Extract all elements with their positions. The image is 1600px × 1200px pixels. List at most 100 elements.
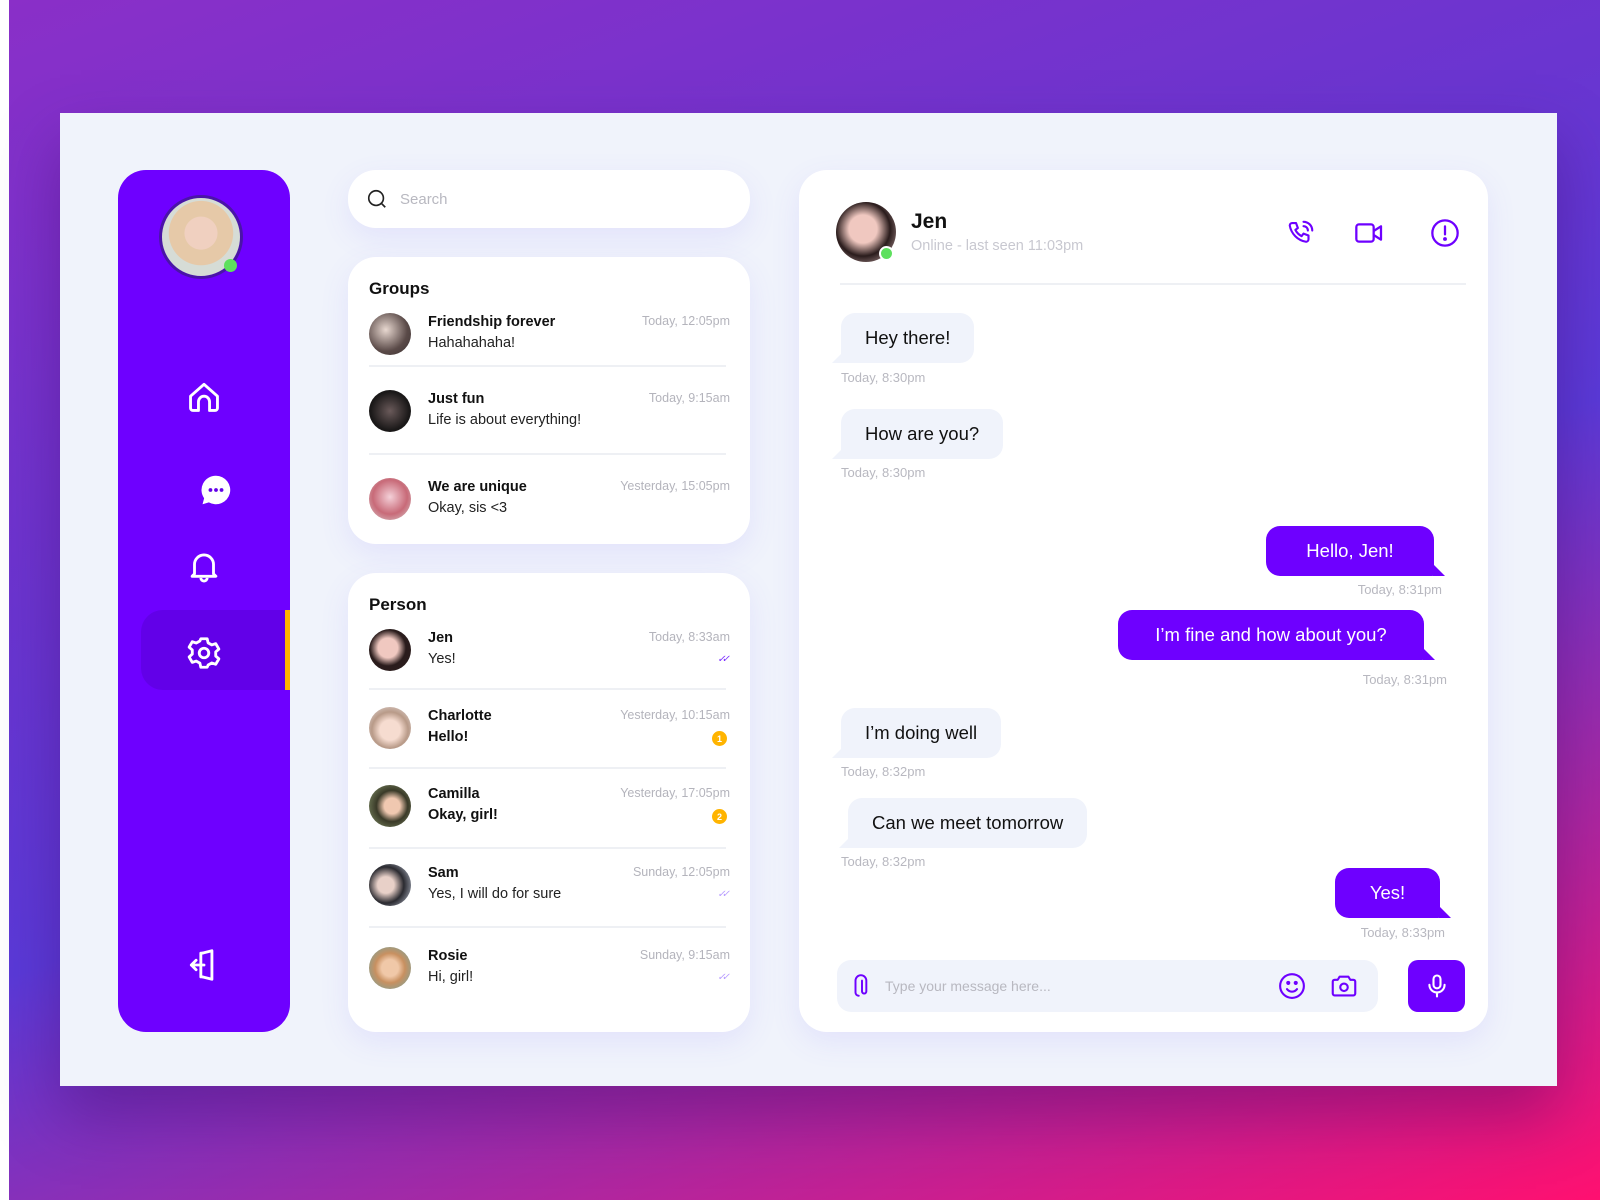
person-avatar: [369, 707, 411, 749]
unread-badge: 1: [712, 731, 727, 746]
microphone-icon: [1427, 974, 1446, 998]
contact-name: Jen: [911, 210, 948, 233]
online-indicator: [224, 259, 237, 272]
person-time: Sunday, 12:05pm: [632, 865, 730, 879]
sidebar-item-settings[interactable]: [118, 623, 290, 683]
person-avatar: [369, 785, 411, 827]
message-outgoing: I’m fine and how about you?: [1118, 610, 1435, 660]
gear-icon: [187, 637, 221, 669]
voice-record-button[interactable]: [1408, 960, 1465, 1012]
group-time: Yesterday, 15:05pm: [620, 479, 730, 493]
online-indicator: [879, 246, 894, 261]
left-edge: [0, 0, 9, 1200]
chat-icon: [201, 475, 230, 505]
group-time: Today, 12:05pm: [641, 314, 730, 328]
person-name: Charlotte: [428, 708, 492, 724]
divider: [369, 847, 726, 849]
delivered-check-icon: ✓✓: [717, 972, 730, 983]
person-item[interactable]: Camilla Okay, girl! Yesterday, 17:05pm 2: [369, 776, 730, 836]
group-last-message: Okay, sis <3: [428, 500, 508, 516]
person-name: Sam: [428, 865, 459, 881]
person-avatar: [369, 864, 411, 906]
logout-button[interactable]: [118, 935, 290, 995]
message-time: Today, 8:30pm: [841, 370, 926, 385]
groups-title: Groups: [369, 279, 430, 298]
person-time: Yesterday, 10:15am: [620, 708, 730, 722]
group-item[interactable]: We are unique Okay, sis <3 Yesterday, 15…: [369, 469, 730, 529]
person-time: Yesterday, 17:05pm: [620, 786, 730, 800]
group-avatar: [369, 390, 411, 432]
person-avatar: [369, 629, 411, 671]
message-time: Today, 8:31pm: [1357, 582, 1442, 597]
person-name: Rosie: [428, 948, 468, 964]
message-outgoing: Hello, Jen!: [1266, 526, 1445, 576]
sidebar-item-chat[interactable]: [141, 450, 290, 530]
message-incoming: I’m doing well: [831, 708, 1002, 758]
video-icon: [1355, 223, 1383, 243]
person-last-message: Okay, girl!: [428, 807, 498, 823]
info-icon: [1431, 219, 1459, 247]
group-name: Just fun: [428, 391, 485, 407]
message-time: Today, 8:33pm: [1360, 925, 1445, 940]
group-name: We are unique: [428, 479, 527, 495]
group-last-message: Hahahahaha!: [428, 335, 516, 351]
bell-icon: [190, 553, 218, 583]
person-time: Today, 8:33am: [648, 630, 730, 644]
group-last-message: Life is about everything!: [428, 412, 582, 428]
search-icon: [367, 189, 386, 208]
divider: [369, 926, 726, 928]
sidebar: [118, 170, 290, 1032]
message-input[interactable]: Type your message here...: [837, 960, 1378, 1012]
group-item[interactable]: Friendship forever Hahahahaha! Today, 12…: [369, 304, 730, 364]
message-incoming: How are you?: [831, 409, 1004, 459]
logout-icon: [189, 949, 214, 981]
group-name: Friendship forever: [428, 314, 556, 330]
group-item[interactable]: Just fun Life is about everything! Today…: [369, 381, 730, 441]
sidebar-item-notifications[interactable]: [118, 536, 290, 596]
call-button[interactable]: [1286, 218, 1316, 253]
read-check-icon: ✓✓: [717, 654, 730, 665]
group-avatar: [369, 478, 411, 520]
person-last-message: Hello!: [428, 729, 469, 745]
person-last-message: Yes!: [428, 651, 456, 667]
emoji-icon[interactable]: [1277, 971, 1307, 1001]
message-time: Today, 8:31pm: [1362, 672, 1447, 687]
person-item[interactable]: Rosie Hi, girl! Sunday, 9:15am ✓✓: [369, 938, 730, 998]
delivered-check-icon: ✓✓: [717, 889, 730, 900]
message-time: Today, 8:32pm: [841, 854, 926, 869]
divider: [369, 767, 726, 769]
unread-badge: 2: [712, 809, 727, 824]
group-avatar: [369, 313, 411, 355]
video-call-button[interactable]: [1353, 217, 1385, 254]
person-last-message: Hi, girl!: [428, 969, 474, 985]
person-time: Sunday, 9:15am: [639, 948, 730, 962]
message-incoming: Can we meet tomorrow: [838, 798, 1088, 848]
contact-status: Online - last seen 11:03pm: [911, 238, 1084, 254]
paperclip-icon[interactable]: [849, 973, 875, 999]
groups-card: Groups Friendship forever Hahahahaha! To…: [348, 257, 750, 544]
search-placeholder: Search: [400, 190, 448, 208]
home-icon: [189, 382, 219, 412]
message-placeholder: Type your message here...: [885, 978, 1051, 994]
message-time: Today, 8:32pm: [841, 764, 926, 779]
chat-panel: Jen Online - last seen 11:03pm Hey there…: [799, 170, 1488, 1032]
sidebar-item-home[interactable]: [118, 367, 290, 427]
divider: [369, 365, 726, 367]
search-input[interactable]: Search: [348, 170, 750, 228]
person-avatar: [369, 947, 411, 989]
group-time: Today, 9:15am: [648, 391, 730, 405]
person-item[interactable]: Charlotte Hello! Yesterday, 10:15am 1: [369, 698, 730, 758]
message-time: Today, 8:30pm: [841, 465, 926, 480]
info-button[interactable]: [1429, 217, 1461, 254]
person-last-message: Yes, I will do for sure: [428, 886, 562, 902]
phone-icon: [1288, 220, 1314, 243]
persons-card: Person Jen Yes! Today, 8:33am ✓✓ Charlot…: [348, 573, 750, 1032]
camera-icon[interactable]: [1329, 971, 1359, 1001]
message-outgoing: Yes!: [1335, 868, 1451, 918]
person-item[interactable]: Jen Yes! Today, 8:33am ✓✓: [369, 620, 730, 680]
divider: [369, 688, 726, 690]
persons-title: Person: [369, 595, 427, 614]
message-incoming: Hey there!: [831, 313, 975, 363]
person-item[interactable]: Sam Yes, I will do for sure Sunday, 12:0…: [369, 855, 730, 915]
divider: [369, 453, 726, 455]
